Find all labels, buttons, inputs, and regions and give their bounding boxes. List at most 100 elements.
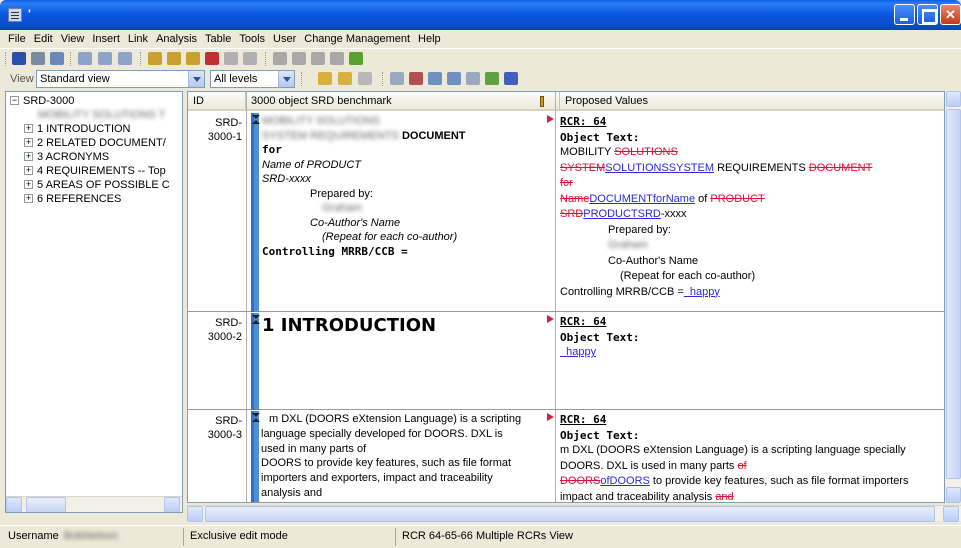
menu-table[interactable]: Table xyxy=(201,30,235,48)
title-bar: ' ✕ xyxy=(0,0,961,30)
sort-icon[interactable] xyxy=(504,72,518,85)
table-icon[interactable] xyxy=(428,72,442,85)
scroll-right-icon[interactable] xyxy=(164,497,180,512)
outline-icon[interactable] xyxy=(390,72,404,85)
merge-icon[interactable] xyxy=(243,52,257,65)
maximize-button[interactable] xyxy=(917,4,938,25)
menu-view[interactable]: View xyxy=(57,30,89,48)
toolbar-separator xyxy=(70,52,71,66)
tree-child-blurred[interactable]: MOBILITY SOLUTIONS T xyxy=(38,109,165,121)
row-id: SRD- 3000-3 xyxy=(207,415,242,441)
scroll-up-icon[interactable] xyxy=(946,91,961,107)
flag-icon xyxy=(547,115,554,123)
insert-child-icon[interactable] xyxy=(186,52,200,65)
level-icon[interactable] xyxy=(318,72,332,85)
tree-item-label: 5 AREAS OF POSSIBLE C xyxy=(37,179,170,191)
scroll-thumb[interactable] xyxy=(26,497,66,512)
tree-root[interactable]: − SRD-3000 xyxy=(10,95,74,107)
row-id: SRD- 3000-2 xyxy=(207,317,242,343)
link-start-icon[interactable] xyxy=(311,52,325,65)
level-icon[interactable] xyxy=(338,72,352,85)
view-select[interactable]: Standard view xyxy=(36,70,205,88)
grid-hscrollbar[interactable] xyxy=(187,505,961,522)
scroll-thumb[interactable] xyxy=(205,506,935,522)
print-icon[interactable] xyxy=(31,52,45,65)
save-icon[interactable] xyxy=(12,52,26,65)
scroll-thumb[interactable] xyxy=(946,109,961,479)
menu-analysis[interactable]: Analysis xyxy=(152,30,201,48)
delete-object-icon[interactable] xyxy=(205,52,219,65)
tree-item[interactable]: +2 RELATED DOCUMENT/ xyxy=(24,137,166,149)
column-header-benchmark[interactable]: 3000 object SRD benchmark xyxy=(246,92,560,111)
scroll-left-icon[interactable] xyxy=(187,506,203,522)
scroll-down-icon[interactable] xyxy=(946,487,961,503)
menu-user[interactable]: User xyxy=(269,30,300,48)
close-button[interactable]: ✕ xyxy=(940,4,961,25)
compare-icon[interactable] xyxy=(409,72,423,85)
menu-edit[interactable]: Edit xyxy=(30,30,57,48)
collapse-icon[interactable]: − xyxy=(10,96,19,105)
unlink-icon[interactable] xyxy=(292,52,306,65)
column-header-proposed[interactable]: Proposed Values xyxy=(560,92,944,111)
module-tree: − SRD-3000 MOBILITY SOLUTIONS T +1 INTROD… xyxy=(5,91,183,513)
scroll-left-icon[interactable] xyxy=(6,497,22,512)
row-id: SRD- 3000-1 xyxy=(207,117,242,143)
object-text: MOBILITY SOLUTIONS SYSTEM REQUIREMENTS D… xyxy=(262,115,466,258)
properties-icon[interactable] xyxy=(50,52,64,65)
object-text: m DXL (DOORS eXtension Language) is a sc… xyxy=(261,413,522,499)
toolbar-separator xyxy=(382,72,383,86)
table-row[interactable]: SRD- 3000-2 1 INTRODUCTION RCR: 64 Object… xyxy=(188,313,944,410)
expand-icon[interactable]: + xyxy=(24,152,33,161)
level-icon[interactable] xyxy=(358,72,372,85)
expand-icon[interactable]: + xyxy=(24,124,33,133)
rcr-link[interactable]: RCR: 64 xyxy=(560,114,944,130)
tree-root-label: SRD-3000 xyxy=(23,95,75,107)
tree-hscrollbar[interactable] xyxy=(6,496,182,512)
link-target-icon[interactable] xyxy=(349,52,363,65)
chevron-down-icon[interactable] xyxy=(278,71,294,87)
hourglass-icon xyxy=(252,115,260,124)
split-icon[interactable] xyxy=(224,52,238,65)
rcr-link[interactable]: RCR: 64 xyxy=(560,412,944,428)
expand-icon[interactable]: + xyxy=(24,166,33,175)
levels-select[interactable]: All levels xyxy=(210,70,295,88)
scroll-right-icon[interactable] xyxy=(943,506,959,522)
indent-icon[interactable] xyxy=(78,52,92,65)
grid-vscrollbar[interactable] xyxy=(946,91,961,503)
filter-icon[interactable] xyxy=(447,72,461,85)
column-header-id[interactable]: ID xyxy=(188,92,246,111)
insert-object-icon[interactable] xyxy=(148,52,162,65)
table-row[interactable]: SRD- 3000-3 m DXL (DOORS eXtension Langua… xyxy=(188,411,944,502)
status-view: RCR 64-65-66 Multiple RCRs View xyxy=(402,530,573,542)
menu-link[interactable]: Link xyxy=(124,30,152,48)
flag-icon xyxy=(547,315,554,323)
proposed-value: RCR: 64 Object Text: happy xyxy=(560,314,944,361)
menu-tools[interactable]: Tools xyxy=(235,30,269,48)
tree-item[interactable]: +6 REFERENCES xyxy=(24,193,121,205)
chevron-down-icon[interactable] xyxy=(188,71,204,87)
menu-insert[interactable]: Insert xyxy=(88,30,124,48)
menu-help[interactable]: Help xyxy=(414,30,445,48)
insert-below-icon[interactable] xyxy=(167,52,181,65)
expand-icon[interactable]: + xyxy=(24,180,33,189)
tree-item[interactable]: +5 AREAS OF POSSIBLE C xyxy=(24,179,170,191)
expand-icon[interactable]: + xyxy=(24,194,33,203)
view-bar: View Standard view All levels xyxy=(0,69,961,90)
tree-item[interactable]: +1 INTRODUCTION xyxy=(24,123,131,135)
hierarchy-icon[interactable] xyxy=(466,72,480,85)
change-bar xyxy=(251,411,259,502)
app-icon xyxy=(8,8,22,22)
menu-change-management[interactable]: Change Management xyxy=(300,30,414,48)
table-row[interactable]: SRD- 3000-1 MOBILITY SOLUTIONS SYSTEM REQ… xyxy=(188,113,944,312)
tree-item[interactable]: +4 REQUIREMENTS -- Top xyxy=(24,165,166,177)
rcr-link[interactable]: RCR: 64 xyxy=(560,314,944,330)
menu-file[interactable]: File xyxy=(4,30,30,48)
minimize-button[interactable] xyxy=(894,4,915,25)
expand-icon[interactable]: + xyxy=(24,138,33,147)
link-end-icon[interactable] xyxy=(330,52,344,65)
analysis-icon[interactable] xyxy=(485,72,499,85)
promote-icon[interactable] xyxy=(118,52,132,65)
outdent-icon[interactable] xyxy=(98,52,112,65)
tree-item[interactable]: +3 ACRONYMS xyxy=(24,151,109,163)
link-icon[interactable] xyxy=(273,52,287,65)
